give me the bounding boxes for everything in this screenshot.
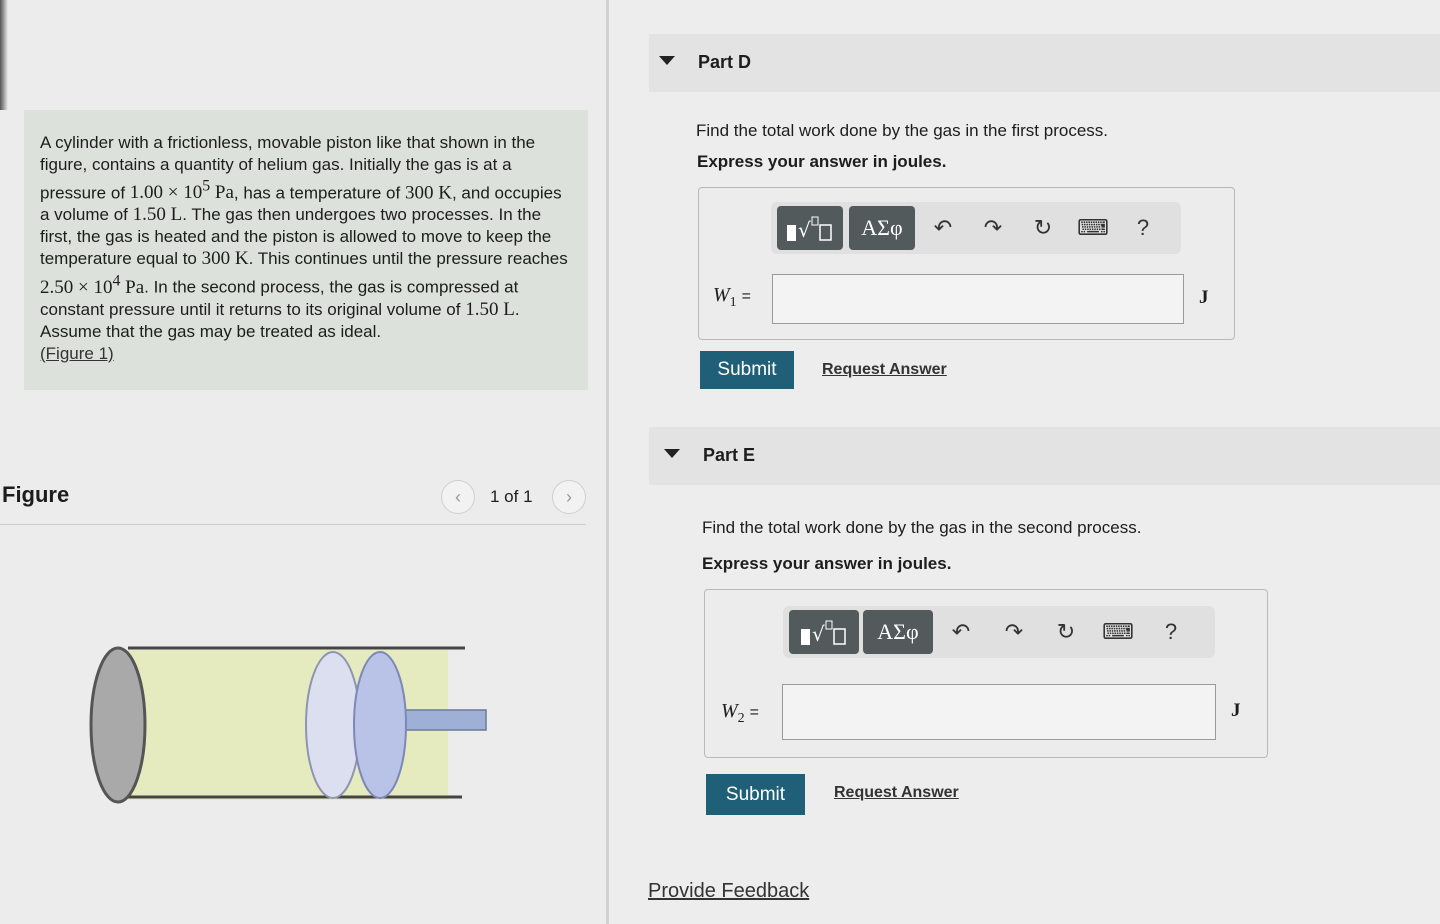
- part-e-submit-button[interactable]: Submit: [706, 774, 805, 815]
- greek-symbols-button[interactable]: ΑΣφ: [863, 610, 933, 654]
- next-figure-button[interactable]: ›: [552, 480, 586, 514]
- part-d-variable: W1 =: [713, 284, 752, 310]
- part-e-answer-input[interactable]: [782, 684, 1216, 740]
- part-e-math-toolbar: √ ΑΣφ ↶ ↷ ↻ ⌨ ?: [783, 606, 1215, 658]
- provide-feedback-link[interactable]: Provide Feedback: [648, 880, 809, 903]
- part-e-header[interactable]: Part E: [649, 427, 1440, 485]
- svg-text:√: √: [798, 218, 811, 242]
- part-d-instruction: Express your answer in joules.: [697, 152, 947, 171]
- part-e-unit: J: [1231, 700, 1241, 721]
- help-icon[interactable]: ?: [1125, 210, 1161, 246]
- part-d-answer-box: √ ΑΣφ ↶ ↷ ↻ ⌨ ? W1 = J: [698, 187, 1235, 340]
- pressure-final: 2.50 × 104 Pa: [40, 272, 145, 298]
- piston-back: [305, 651, 361, 799]
- problem-text: A cylinder with a frictionless, movable …: [40, 132, 570, 343]
- volume-value-2: 1.50 L: [465, 298, 515, 320]
- temp-text: , has a temperature of: [233, 183, 401, 203]
- chevron-right-icon: ›: [566, 486, 572, 507]
- part-d-submit-button[interactable]: Submit: [700, 351, 794, 389]
- temperature-value: 300 K: [404, 182, 452, 204]
- undo-icon[interactable]: ↶: [925, 210, 961, 246]
- left-pane: A cylinder with a frictionless, movable …: [0, 0, 606, 924]
- problem-statement: A cylinder with a frictionless, movable …: [24, 110, 588, 390]
- part-d-answer-input[interactable]: [772, 274, 1184, 324]
- part-e-answer-box: √ ΑΣφ ↶ ↷ ↻ ⌨ ? W2 = J: [704, 589, 1268, 758]
- right-pane: Part D Find the total work done by the g…: [609, 0, 1440, 924]
- part-d-math-toolbar: √ ΑΣφ ↶ ↷ ↻ ⌨ ?: [771, 202, 1181, 254]
- part-d-header[interactable]: Part D: [649, 34, 1440, 92]
- cylinder-piston-figure: [89, 646, 487, 804]
- until-text: . This continues until the pressure reac…: [248, 249, 568, 269]
- cylinder-end-cap: [89, 646, 147, 804]
- part-e-question: Find the total work done by the gas in t…: [702, 518, 1142, 537]
- greek-symbols-button[interactable]: ΑΣφ: [849, 206, 915, 250]
- keyboard-icon[interactable]: ⌨: [1100, 614, 1136, 650]
- part-d-request-answer-link[interactable]: Request Answer: [822, 361, 947, 379]
- figure-title: Figure: [2, 482, 70, 507]
- pressure-initial: 1.00 × 105 Pa: [129, 178, 234, 204]
- undo-icon[interactable]: ↶: [943, 614, 979, 650]
- reset-icon[interactable]: ↻: [1025, 210, 1061, 246]
- part-e-title: Part E: [703, 445, 756, 465]
- templates-icon: √: [787, 216, 832, 242]
- templates-icon: √: [801, 620, 846, 646]
- piston-rod: [395, 709, 487, 731]
- figure-link[interactable]: (Figure 1): [40, 343, 114, 365]
- edge-shadow: [0, 0, 8, 110]
- part-e-instruction: Express your answer in joules.: [702, 554, 952, 573]
- collapse-triangle-icon[interactable]: [659, 56, 675, 65]
- part-d-question: Find the total work done by the gas in t…: [696, 121, 1108, 140]
- figure-page-count: 1 of 1: [490, 487, 533, 506]
- svg-text:√: √: [812, 622, 825, 646]
- templates-button[interactable]: √: [789, 610, 859, 654]
- templates-button[interactable]: √: [777, 206, 843, 250]
- reset-icon[interactable]: ↻: [1048, 614, 1084, 650]
- part-e-request-answer-link[interactable]: Request Answer: [834, 784, 959, 802]
- volume-value: 1.50 L: [132, 204, 183, 226]
- part-d-title: Part D: [698, 52, 752, 72]
- help-icon[interactable]: ?: [1153, 614, 1189, 650]
- keyboard-icon[interactable]: ⌨: [1075, 210, 1111, 246]
- part-e-variable: W2 =: [721, 700, 760, 726]
- prev-figure-button[interactable]: ‹: [441, 480, 475, 514]
- redo-icon[interactable]: ↷: [996, 614, 1032, 650]
- piston-face: [353, 651, 407, 799]
- temperature-value-2: 300 K: [201, 248, 249, 270]
- redo-icon[interactable]: ↷: [975, 210, 1011, 246]
- chevron-left-icon: ‹: [455, 486, 461, 507]
- part-d-unit: J: [1199, 287, 1209, 308]
- figure-header: Figure ‹ 1 of 1 ›: [0, 476, 586, 525]
- collapse-triangle-icon[interactable]: [664, 449, 680, 458]
